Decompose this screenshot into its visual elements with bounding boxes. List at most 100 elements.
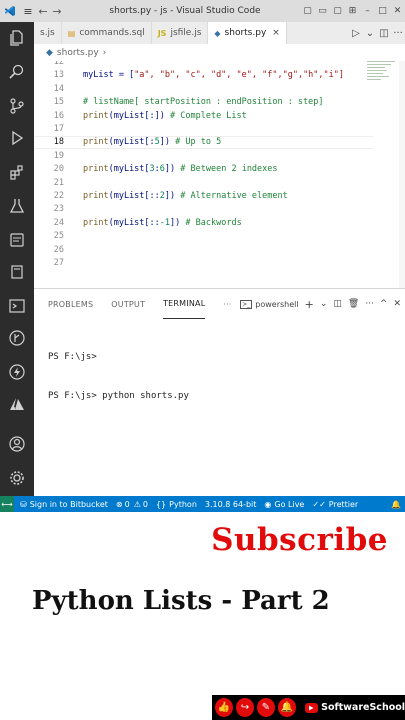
remote-indicator-icon[interactable]: ⟷ [0, 496, 14, 512]
git-graph-icon[interactable] [7, 328, 27, 348]
new-terminal-icon[interactable]: + [305, 298, 314, 311]
trash-icon[interactable]: 🗑 [348, 299, 359, 309]
bitbucket-label: Sign in to Bitbucket [29, 499, 108, 509]
breadcrumb-separator: › [102, 47, 107, 58]
python-file-icon: ◆ [214, 28, 221, 38]
comment-icon[interactable]: ✎ [256, 698, 275, 717]
code-line[interactable]: 26 [34, 244, 374, 257]
tab-output[interactable]: OUTPUT [111, 289, 145, 319]
python-interpreter[interactable]: 3.10.8 64-bit [205, 500, 257, 509]
source-control-icon[interactable] [7, 96, 27, 116]
code-line[interactable]: 18 print(myList[:5]) # Up to 5 [34, 136, 374, 149]
bell-icon[interactable]: 🔔 [277, 698, 296, 717]
extensions-icon[interactable] [7, 162, 27, 182]
code-text: print(myList[::2]) # Alternative element [83, 190, 288, 203]
forward-arrow-icon[interactable]: → [50, 5, 64, 18]
book-icon[interactable] [7, 262, 27, 282]
more-actions-icon[interactable]: ··· [365, 299, 374, 309]
minimap[interactable] [367, 61, 397, 101]
close-window-button[interactable]: ✕ [390, 6, 405, 16]
chevron-down-icon[interactable]: ⌄ [363, 28, 377, 39]
tab-jsfile-js[interactable]: JS jsfile.js [152, 22, 209, 44]
toggle-secondary-sidebar-icon[interactable]: ▢ [330, 6, 345, 16]
code-token: ]) [159, 137, 171, 148]
line-number: 18 [53, 137, 64, 148]
maximize-button[interactable]: □ [375, 6, 390, 16]
code-line[interactable]: 24 print(myList[::-1]) # Backwords [34, 217, 374, 230]
close-panel-icon[interactable]: ✕ [393, 299, 401, 309]
code-line[interactable]: 25 [34, 230, 374, 243]
testing-flask-icon[interactable] [7, 196, 27, 216]
explorer-icon[interactable] [7, 28, 27, 48]
line-number: 25 [53, 231, 64, 242]
code-line[interactable]: 14 [34, 83, 374, 96]
code-line[interactable]: 16 print(myList[:]) # Complete List [34, 110, 374, 123]
warning-count: 0 [142, 499, 148, 509]
tab-terminal[interactable]: TERMINAL [163, 289, 206, 319]
prettier-status[interactable]: ✓✓ Prettier [312, 500, 358, 509]
code-line[interactable]: 22 print(myList[::2]) # Alternative eleme… [34, 190, 374, 203]
panel-more-icon[interactable]: ··· [223, 289, 231, 319]
code-line[interactable]: 27 [34, 257, 374, 270]
code-token: # Backwords [180, 217, 242, 228]
terminal-output[interactable]: PS F:\js> PS F:\js> python shorts.py [48, 325, 189, 429]
code-text: print(myList[::-1]) # Backwords [83, 217, 242, 230]
editor-scrollbar[interactable] [399, 61, 405, 288]
code-token: ]) [164, 164, 176, 175]
settings-gear-icon[interactable] [7, 468, 27, 488]
run-python-icon[interactable]: ▷ [349, 28, 363, 39]
notifications-bell-icon[interactable]: 🔔 [391, 500, 401, 509]
thunder-client-icon[interactable] [7, 362, 27, 382]
code-editor[interactable]: 12 13 myList = ["a", "b", "c", "d", "e", "… [34, 61, 405, 288]
line-number: 12 [53, 61, 64, 67]
more-actions-icon[interactable]: ··· [391, 28, 405, 39]
menu-icon[interactable]: ≡ [20, 0, 36, 22]
code-line[interactable]: 23 [34, 203, 374, 216]
account-icon[interactable] [7, 434, 27, 454]
problems-indicator[interactable]: ⊗ 0 ⚠ 0 [116, 500, 148, 509]
code-token: print [83, 110, 109, 121]
search-icon[interactable] [7, 62, 27, 82]
code-line[interactable]: 19 [34, 150, 374, 163]
tab-shorts-py[interactable]: ◆ shorts.py × [208, 22, 287, 44]
layout-icon[interactable]: ⊞ [345, 6, 360, 16]
shell-name[interactable]: powershell [255, 300, 298, 309]
tab-sjs[interactable]: s.js [34, 22, 62, 44]
code-line[interactable]: 12 [34, 61, 374, 69]
remote-explorer-icon[interactable] [7, 230, 27, 250]
back-arrow-icon[interactable]: ← [36, 5, 50, 18]
close-tab-icon[interactable]: × [272, 28, 280, 38]
bitbucket-signin[interactable]: ⛁ Sign in to Bitbucket [20, 500, 108, 509]
run-debug-icon[interactable] [7, 128, 27, 148]
tab-problems[interactable]: PROBLEMS [48, 289, 93, 319]
code-line[interactable]: 17 [34, 123, 374, 136]
toggle-sidebar-icon[interactable]: ▢ [300, 6, 315, 16]
powershell-icon: >_ [240, 299, 253, 309]
line-number: 16 [53, 110, 64, 121]
tab-commands-sql[interactable]: ▤ commands.sql [62, 22, 152, 44]
tab-label: jsfile.js [170, 28, 202, 38]
split-terminal-icon[interactable]: ◫ [333, 299, 342, 309]
code-line[interactable]: 20 print(myList[3:6]) # Between 2 indexes [34, 163, 374, 176]
code-line[interactable]: 21 [34, 177, 374, 190]
code-token: "a", "b", "c", "d", "e", "f","g","h","i"… [134, 70, 345, 81]
code-line[interactable]: 15 # listName[ startPosition : endPositio… [34, 96, 374, 109]
share-icon[interactable]: ↪ [235, 698, 254, 717]
go-live-button[interactable]: ◉ Go Live [264, 500, 304, 509]
error-icon: ⊗ [115, 499, 123, 509]
line-number: 19 [53, 150, 64, 161]
maximize-panel-icon[interactable]: ^ [380, 299, 388, 309]
chevron-down-icon[interactable]: ⌄ [320, 299, 328, 309]
code-token: (myList[:: [108, 217, 160, 228]
error-count: 0 [124, 499, 130, 509]
code-token: (myList[:]) [108, 110, 165, 121]
toggle-panel-icon[interactable]: ▭ [315, 6, 330, 16]
like-icon[interactable]: 👍 [215, 698, 233, 717]
language-mode[interactable]: {} Python [156, 500, 197, 509]
terminal-icon[interactable] [7, 296, 27, 316]
minimize-button[interactable]: – [360, 6, 375, 16]
breadcrumb-file[interactable]: shorts.py [57, 48, 99, 58]
split-editor-icon[interactable]: ◫ [377, 28, 391, 39]
code-line[interactable]: 13 myList = ["a", "b", "c", "d", "e", "f"… [34, 69, 374, 82]
azure-icon[interactable] [7, 394, 27, 414]
